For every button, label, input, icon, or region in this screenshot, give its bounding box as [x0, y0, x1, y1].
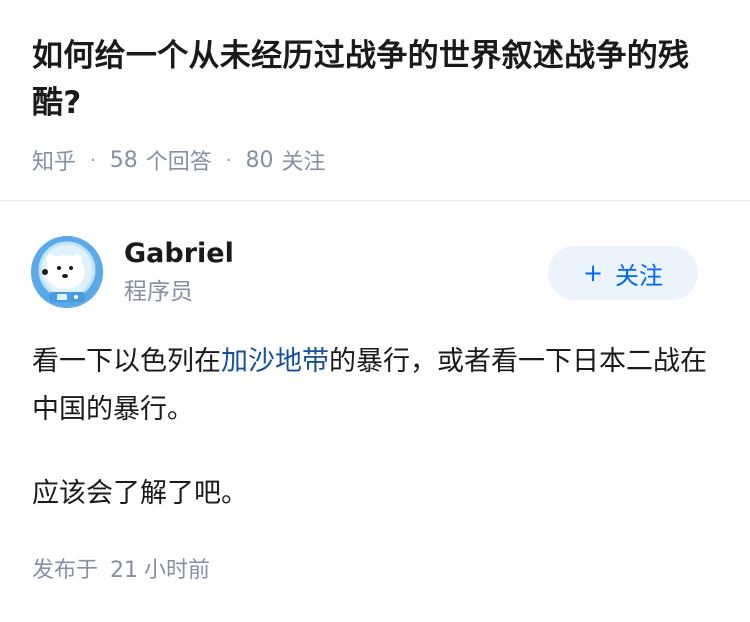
published-value: 21: [110, 558, 139, 583]
published-label: 发布于: [32, 558, 99, 583]
followers-label: 关注: [281, 150, 326, 175]
follow-button[interactable]: + 关注: [548, 246, 698, 300]
answers-label: 个回答: [145, 150, 212, 175]
author-bio: 程序员: [124, 279, 193, 305]
meta-separator: ·: [90, 149, 96, 171]
source-label[interactable]: 知乎: [32, 144, 76, 176]
answer-content: 看一下以色列在加沙地带的暴行，或者看一下日本二战在中国的暴行。 应该会了解了吧。: [32, 338, 722, 518]
answer-page: 如何给一个从未经历过战争的世界叙述战争的残酷? 知乎 · 58 个回答 · 80…: [0, 0, 750, 622]
author-name[interactable]: Gabriel: [124, 236, 234, 272]
followers-count: 80: [245, 147, 274, 173]
answer-paragraph: 看一下以色列在加沙地带的暴行，或者看一下日本二战在中国的暴行。: [32, 338, 722, 434]
meta-separator: ·: [225, 149, 232, 171]
section-divider: [0, 200, 750, 201]
answer-paragraph: 应该会了解了吧。: [32, 478, 248, 509]
question-title[interactable]: 如何给一个从未经历过战争的世界叙述战争的残酷?: [32, 33, 722, 127]
plus-icon: +: [582, 259, 604, 287]
publish-time: 发布于 21 小时前: [32, 552, 210, 584]
gaza-link[interactable]: 加沙地带: [221, 346, 329, 377]
follow-button-label: 关注: [615, 261, 664, 290]
author-row: Gabriel 程序员 + 关注: [0, 234, 750, 314]
answer-text: 看一下以色列在: [32, 346, 221, 377]
question-header: 如何给一个从未经历过战争的世界叙述战争的残酷? 知乎 · 58 个回答 · 80…: [0, 0, 750, 200]
avatar[interactable]: [31, 236, 103, 308]
answers-count: 58: [109, 147, 138, 173]
question-meta: 知乎 · 58 个回答 · 80 关注: [32, 144, 326, 176]
published-unit: 小时前: [144, 558, 211, 583]
polar-bear-astronaut-icon: [31, 236, 103, 308]
